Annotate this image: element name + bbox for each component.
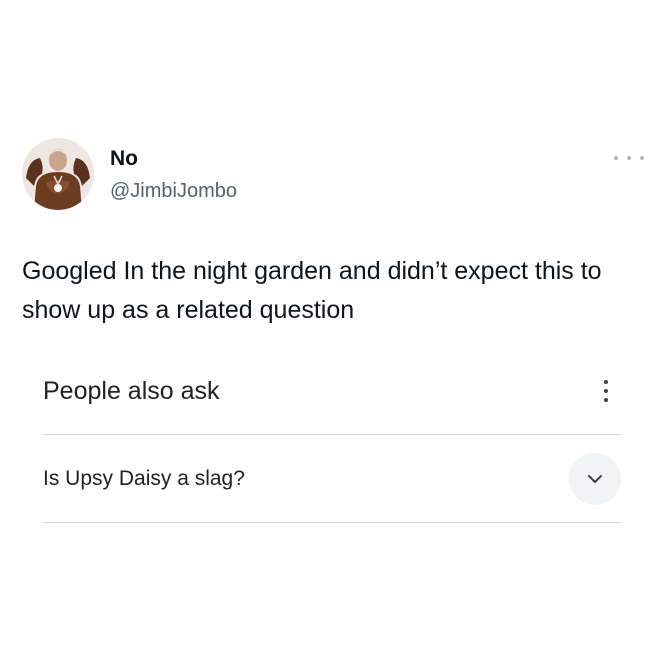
related-question-text: Is Upsy Daisy a slag?	[43, 467, 245, 490]
chevron-down-icon	[588, 475, 602, 483]
avatar-image	[22, 138, 94, 210]
divider	[43, 522, 621, 523]
more-horizontal-icon[interactable]	[614, 150, 644, 166]
more-vertical-icon[interactable]	[598, 377, 614, 405]
expand-question-button[interactable]	[569, 453, 621, 505]
people-also-ask-title: People also ask	[43, 377, 220, 405]
display-name[interactable]: No	[110, 146, 138, 172]
avatar[interactable]	[22, 138, 94, 210]
related-question-row[interactable]: Is Upsy Daisy a slag?	[43, 435, 621, 522]
tweet-text: Googled In the night garden and didn’t e…	[22, 257, 602, 324]
user-handle[interactable]: @JimbiJombo	[110, 178, 237, 204]
tweet-screenshot: No @JimbiJombo Googled In the night gard…	[0, 0, 665, 666]
